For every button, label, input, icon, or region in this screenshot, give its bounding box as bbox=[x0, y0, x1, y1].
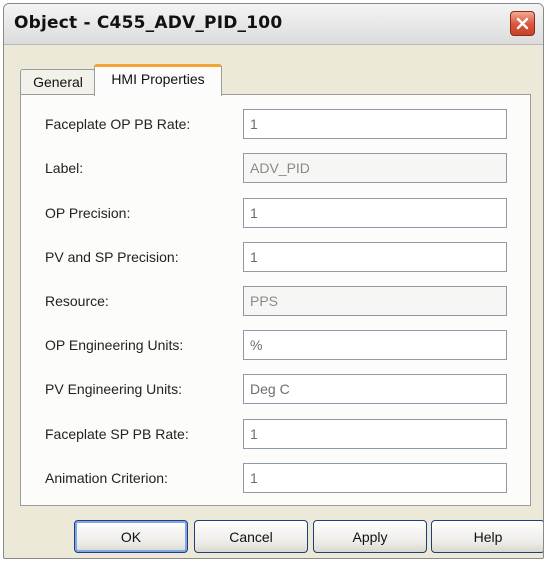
tab-hmi-properties[interactable]: HMI Properties bbox=[94, 64, 222, 96]
field-label: OP Precision: bbox=[45, 205, 131, 221]
field-row-op-engineering-units: OP Engineering Units: bbox=[21, 330, 530, 360]
field-row-op-precision: OP Precision: bbox=[21, 198, 530, 228]
field-label: OP Engineering Units: bbox=[45, 337, 184, 353]
title-bar[interactable]: Object - C455_ADV_PID_100 bbox=[4, 4, 543, 45]
close-button[interactable] bbox=[510, 11, 535, 36]
resource-field[interactable] bbox=[243, 286, 507, 316]
field-label: Animation Criterion: bbox=[45, 470, 168, 486]
label-field[interactable] bbox=[243, 153, 507, 183]
field-label: Label: bbox=[45, 160, 84, 176]
help-button[interactable]: Help bbox=[431, 520, 543, 553]
ok-button[interactable]: OK bbox=[74, 520, 188, 553]
op-engineering-units-field[interactable] bbox=[243, 330, 507, 360]
field-row-animation-criterion: Animation Criterion: bbox=[21, 463, 530, 493]
faceplate-op-pb-rate-field[interactable] bbox=[243, 109, 507, 139]
field-label: PV Engineering Units: bbox=[45, 381, 182, 397]
close-icon bbox=[516, 17, 529, 30]
field-row-pv-engineering-units: PV Engineering Units: bbox=[21, 374, 530, 404]
window-title: Object - C455_ADV_PID_100 bbox=[14, 13, 283, 33]
field-row-pv-sp-precision: PV and SP Precision: bbox=[21, 242, 530, 272]
tab-general[interactable]: General bbox=[20, 69, 96, 94]
field-row-faceplate-sp-pb-rate: Faceplate SP PB Rate: bbox=[21, 419, 530, 449]
dialog-window: Object - C455_ADV_PID_100 General HMI Pr… bbox=[3, 3, 544, 559]
pv-sp-precision-field[interactable] bbox=[243, 242, 507, 272]
field-label: Faceplate OP PB Rate: bbox=[45, 116, 191, 132]
field-row-faceplate-op-pb-rate: Faceplate OP PB Rate: bbox=[21, 109, 530, 139]
field-row-label: Label: bbox=[21, 153, 530, 183]
field-label: Resource: bbox=[45, 293, 109, 309]
hmi-properties-panel: Faceplate OP PB Rate: Label: OP Precisio… bbox=[20, 94, 531, 506]
apply-button[interactable]: Apply bbox=[313, 520, 427, 553]
op-precision-field[interactable] bbox=[243, 198, 507, 228]
pv-engineering-units-field[interactable] bbox=[243, 374, 507, 404]
cancel-button[interactable]: Cancel bbox=[194, 520, 308, 553]
field-label: Faceplate SP PB Rate: bbox=[45, 426, 189, 442]
field-label: PV and SP Precision: bbox=[45, 249, 179, 265]
field-row-resource: Resource: bbox=[21, 286, 530, 316]
faceplate-sp-pb-rate-field[interactable] bbox=[243, 419, 507, 449]
animation-criterion-field[interactable] bbox=[243, 463, 507, 493]
